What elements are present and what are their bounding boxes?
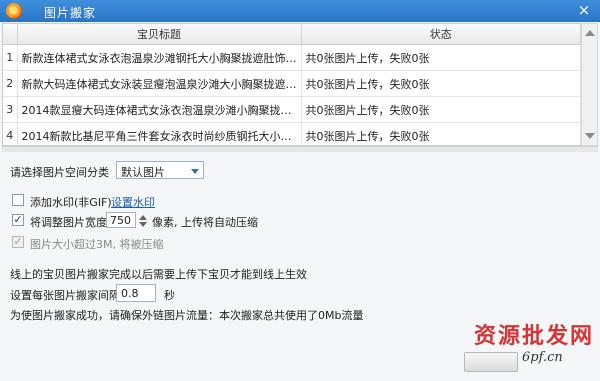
column-header-status[interactable]: 状态 xyxy=(301,24,581,45)
scroll-down-arrow-icon[interactable] xyxy=(585,133,595,139)
interval-value: 0.8 xyxy=(121,287,139,300)
traffic-note: 为使图片搬家成功，请确保外链图片流量：本次搬家总共使用了0Mb流量 xyxy=(10,309,364,322)
column-header-index xyxy=(3,24,18,45)
row-number: 4 xyxy=(3,122,18,145)
table-header-row: 宝贝标题 状态 xyxy=(3,24,581,45)
column-header-title[interactable]: 宝贝标题 xyxy=(17,24,302,45)
item-status-cell: 共0张图片上传，失败0张 xyxy=(301,70,581,97)
compress-size-label: 图片大小超过3M, 将被压缩 xyxy=(30,238,164,251)
interval-label: 设置每张图片搬家间隔 xyxy=(10,289,120,302)
width-stepper[interactable]: 750 xyxy=(106,212,147,228)
table-row[interactable]: 4 2014新款比基尼平角三件套女泳衣时尚纱质钢托大小胸聚拢... 共0张图片上… xyxy=(3,122,581,145)
row-number: 1 xyxy=(3,44,18,71)
width-value: 750 xyxy=(110,214,131,227)
table-horizontal-scrollbar[interactable] xyxy=(2,146,598,152)
item-title-cell: 2014新款比基尼平角三件套女泳衣时尚纱质钢托大小胸聚拢... xyxy=(17,122,302,145)
site-watermark-url: 6pf.cn xyxy=(522,350,563,365)
category-label: 请选择图片空间分类 xyxy=(10,166,109,179)
item-title-cell: 2014款显瘦大码连体裙式女泳衣泡温泉沙滩小胸聚拢遮肚饰... xyxy=(17,96,302,123)
items-table: 宝贝标题 状态 1 新款连体裙式女泳衣泡温泉沙滩钢托大小胸聚拢遮肚饰臀显... … xyxy=(2,23,582,146)
item-status-cell: 共0张图片上传，失败0张 xyxy=(301,96,581,123)
stepper-arrows-icon[interactable] xyxy=(139,213,147,229)
close-button[interactable]: × xyxy=(576,2,592,18)
table-vertical-scrollbar[interactable] xyxy=(581,23,598,146)
notice-text: 线上的宝贝图片搬家完成以后需要上传下宝贝才能到线上生效 xyxy=(10,268,307,281)
scroll-up-arrow-icon[interactable] xyxy=(585,30,595,36)
resize-width-checkbox[interactable]: ✓ xyxy=(12,214,24,226)
site-watermark: 资源批发网 xyxy=(474,323,595,349)
table-row[interactable]: 1 新款连体裙式女泳衣泡温泉沙滩钢托大小胸聚拢遮肚饰臀显... 共0张图片上传，… xyxy=(3,44,581,71)
resize-width-suffix: 像素, 上传将自动压缩 xyxy=(152,216,258,229)
set-watermark-link[interactable]: 设置水印 xyxy=(111,194,155,210)
row-number: 2 xyxy=(3,70,18,97)
category-selected-value: 默认图片 xyxy=(121,166,165,179)
resize-width-label: 将调整图片宽度 xyxy=(30,216,107,229)
item-status-cell: 共0张图片上传，失败0张 xyxy=(301,44,581,71)
app-logo-icon xyxy=(6,3,22,19)
table-row[interactable]: 2 新款大码连体裙式女泳装显瘦泡温泉沙滩大小胸聚拢遮肚饰... 共0张图片上传，… xyxy=(3,70,581,97)
compress-size-checkbox: ✓ xyxy=(12,235,24,248)
category-select[interactable]: 默认图片 xyxy=(116,161,204,179)
item-title-cell: 新款大码连体裙式女泳装显瘦泡温泉沙滩大小胸聚拢遮肚饰... xyxy=(17,70,302,97)
watermark-checkbox[interactable] xyxy=(12,194,24,206)
bottom-button[interactable] xyxy=(464,352,518,372)
watermark-label: 添加水印(非GIF) xyxy=(30,196,112,209)
item-title-cell: 新款连体裙式女泳衣泡温泉沙滩钢托大小胸聚拢遮肚饰臀显... xyxy=(17,44,302,71)
table-row[interactable]: 3 2014款显瘦大码连体裙式女泳衣泡温泉沙滩小胸聚拢遮肚饰... 共0张图片上… xyxy=(3,96,581,123)
interval-unit: 秒 xyxy=(164,289,175,302)
window-title: 图片搬家 xyxy=(44,6,97,20)
chevron-down-icon xyxy=(191,169,199,174)
title-bar: 图片搬家 × xyxy=(0,0,600,22)
item-status-cell: 共0张图片上传，失败0张 xyxy=(301,122,581,145)
row-number: 3 xyxy=(3,96,18,123)
interval-input[interactable]: 0.8 xyxy=(116,284,156,302)
